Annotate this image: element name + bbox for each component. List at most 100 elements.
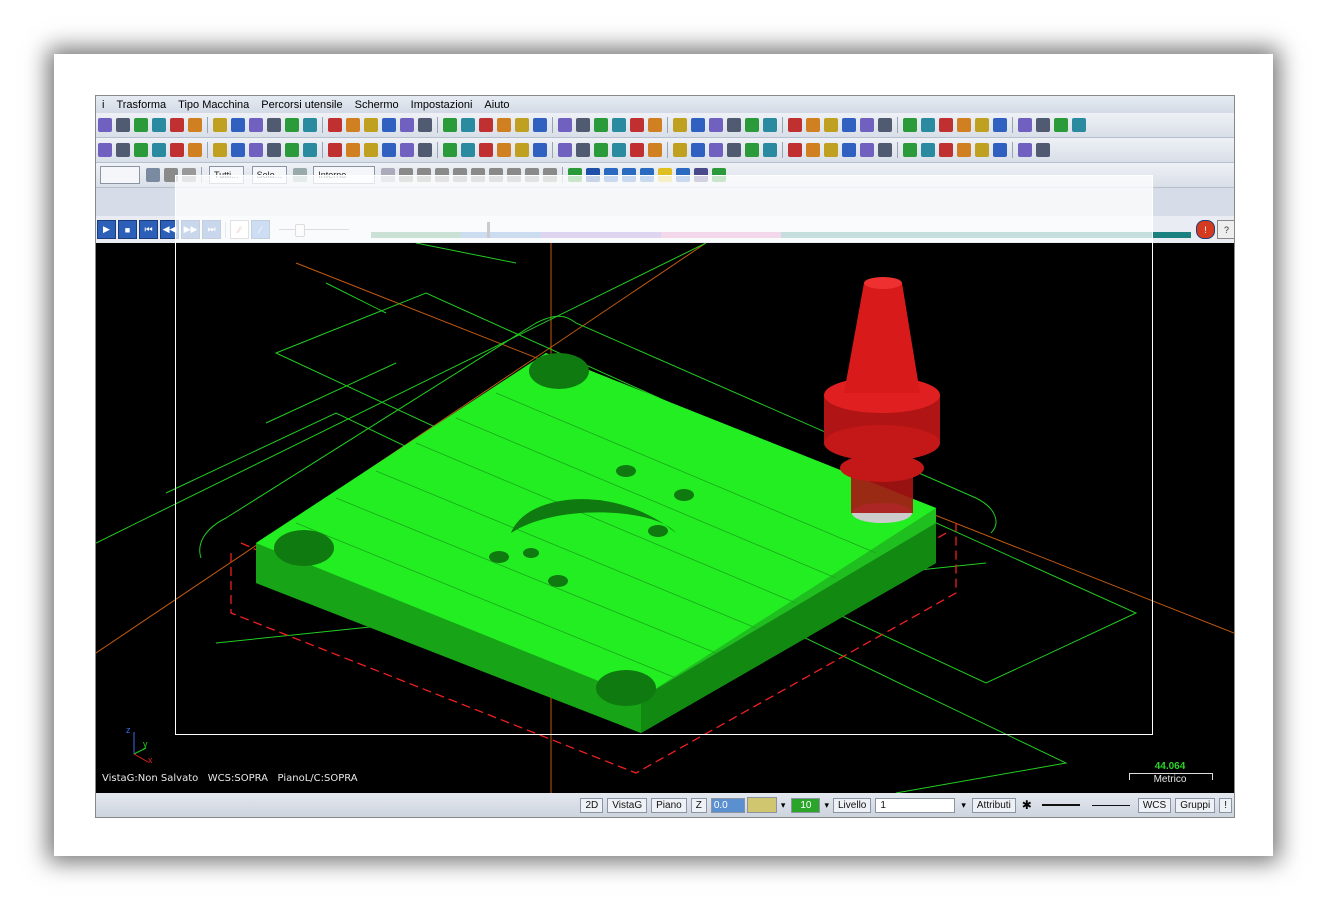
row2-tool-icon-40[interactable] [842,143,856,157]
row1-tool-icon-41[interactable] [860,118,874,132]
chevron-down-icon[interactable]: ▾ [961,800,966,811]
row2-tool-icon-30[interactable] [648,143,662,157]
row1-tool-icon-17[interactable] [400,118,414,132]
row1-tool-icon-45[interactable] [939,118,953,132]
row1-tool-icon-50[interactable] [1036,118,1050,132]
help-icon[interactable]: ? [1217,220,1234,239]
menu-item-i[interactable]: i [96,99,110,111]
row1-tool-icon-47[interactable] [975,118,989,132]
row2-tool-icon-27[interactable] [594,143,608,157]
alert-button[interactable]: ! [1219,797,1232,813]
row2-tool-icon-49[interactable] [1018,143,1032,157]
menu-item-aiuto[interactable]: Aiuto [478,99,515,111]
attributi-button[interactable]: Attributi [971,797,1016,813]
vistag-button[interactable]: VistaG [607,797,648,813]
row1-tool-icon-39[interactable] [824,118,838,132]
row1-tool-icon-51[interactable] [1054,118,1068,132]
row2-tool-icon-34[interactable] [727,143,741,157]
row2-tool-icon-16[interactable] [382,143,396,157]
row1-tool-icon-3[interactable] [134,118,148,132]
row2-tool-icon-1[interactable] [98,143,112,157]
row1-tool-icon-43[interactable] [903,118,917,132]
row2-tool-icon-46[interactable] [957,143,971,157]
row2-tool-icon-23[interactable] [515,143,529,157]
row1-tool-icon-1[interactable] [98,118,112,132]
menu-item-percorsi-utensile[interactable]: Percorsi utensile [255,99,348,111]
row2-tool-icon-2[interactable] [116,143,130,157]
dropdown-combo[interactable] [100,166,140,184]
row1-tool-icon-8[interactable] [231,118,245,132]
rewind-start-icon[interactable]: ⏮ [139,220,158,239]
row2-tool-icon-19[interactable] [443,143,457,157]
menu-item-trasforma[interactable]: Trasforma [110,99,172,111]
row1-tool-icon-14[interactable] [346,118,360,132]
row2-tool-icon-24[interactable] [533,143,547,157]
row1-tool-icon-44[interactable] [921,118,935,132]
row2-tool-icon-35[interactable] [745,143,759,157]
row1-tool-icon-28[interactable] [612,118,626,132]
row1-tool-icon-19[interactable] [443,118,457,132]
row1-tool-icon-38[interactable] [806,118,820,132]
row1-tool-icon-32[interactable] [691,118,705,132]
play-icon[interactable]: ▶ [97,220,116,239]
row2-tool-icon-15[interactable] [364,143,378,157]
row2-tool-icon-8[interactable] [231,143,245,157]
row2-tool-icon-31[interactable] [673,143,687,157]
row1-tool-icon-9[interactable] [249,118,263,132]
row1-tool-icon-23[interactable] [515,118,529,132]
row2-tool-icon-44[interactable] [921,143,935,157]
row1-tool-icon-40[interactable] [842,118,856,132]
row1-tool-icon-25[interactable] [558,118,572,132]
row2-tool-icon-29[interactable] [630,143,644,157]
row1-tool-icon-30[interactable] [648,118,662,132]
row2-tool-icon-14[interactable] [346,143,360,157]
row1-tool-icon-29[interactable] [630,118,644,132]
livello-field[interactable]: 1 [875,797,956,813]
row2-tool-icon-12[interactable] [303,143,317,157]
row1-tool-icon-49[interactable] [1018,118,1032,132]
row1-tool-icon-46[interactable] [957,118,971,132]
row1-tool-icon-42[interactable] [878,118,892,132]
row1-tool-icon-35[interactable] [745,118,759,132]
row2-tool-icon-11[interactable] [285,143,299,157]
row2-tool-icon-41[interactable] [860,143,874,157]
row1-tool-icon-27[interactable] [594,118,608,132]
z-value-field[interactable]: 0.0 [710,797,745,813]
level-color-field[interactable]: 10 [791,797,821,813]
row1-tool-icon-15[interactable] [364,118,378,132]
row1-tool-icon-12[interactable] [303,118,317,132]
row2-tool-icon-36[interactable] [763,143,777,157]
row2-tool-icon-38[interactable] [806,143,820,157]
row2-tool-icon-10[interactable] [267,143,281,157]
point-style-icon[interactable]: ✱ [1022,798,1032,812]
line-style-icon[interactable] [1041,804,1080,806]
row1-tool-icon-5[interactable] [170,118,184,132]
chevron-down-icon[interactable]: ▾ [824,800,829,811]
z-color-field[interactable] [746,797,777,813]
row1-tool-icon-2[interactable] [116,118,130,132]
menu-item-schermo[interactable]: Schermo [349,99,405,111]
row1-tool-icon-20[interactable] [461,118,475,132]
row1-tool-icon-48[interactable] [993,118,1007,132]
wcs-button[interactable]: WCS [1137,797,1172,813]
row2-tool-icon-9[interactable] [249,143,263,157]
row1-tool-icon-34[interactable] [727,118,741,132]
row1-tool-icon-10[interactable] [267,118,281,132]
row1-tool-icon-21[interactable] [479,118,493,132]
piano-button[interactable]: Piano [651,797,687,813]
row2-tool-icon-32[interactable] [691,143,705,157]
row1-tool-icon-37[interactable] [788,118,802,132]
chevron-down-icon[interactable]: ▾ [781,800,786,811]
row2-tool-icon-28[interactable] [612,143,626,157]
row2-tool-icon-13[interactable] [328,143,342,157]
row2-tool-icon-17[interactable] [400,143,414,157]
row1-tool-icon-52[interactable] [1072,118,1086,132]
row2-tool-icon-3[interactable] [134,143,148,157]
2d-button[interactable]: 2D [580,797,604,813]
line-width-icon[interactable] [1091,804,1130,806]
row1-tool-icon-36[interactable] [763,118,777,132]
row1-tool-icon-22[interactable] [497,118,511,132]
row2-tool-icon-47[interactable] [975,143,989,157]
row1-tool-icon-16[interactable] [382,118,396,132]
alert-icon[interactable]: ! [1196,220,1215,239]
